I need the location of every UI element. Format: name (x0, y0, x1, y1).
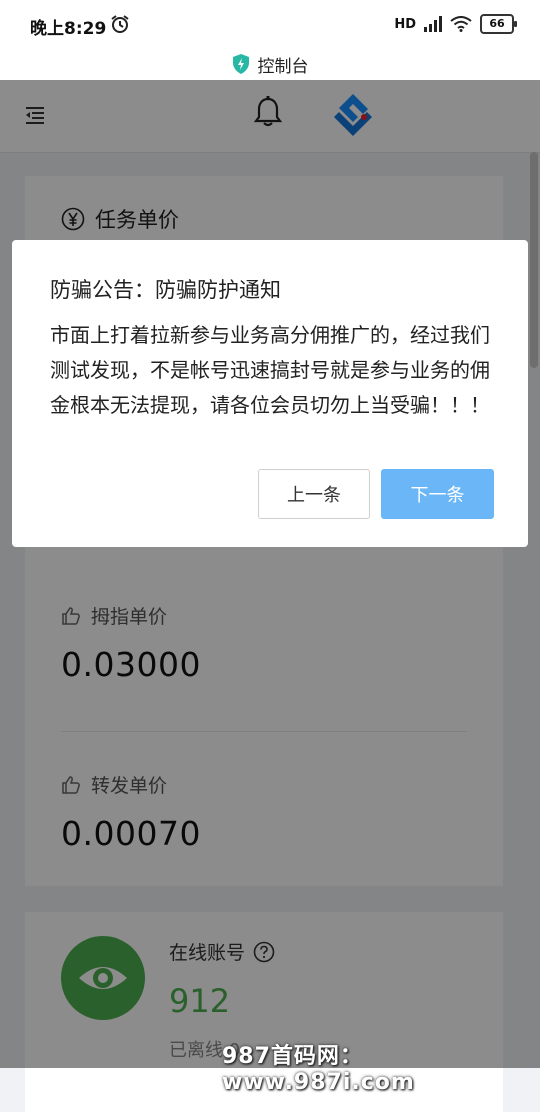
modal-body: 市面上打着拉新参与业务高分佣推广的，经过我们测试发现，不是帐号迅速搞封号就是参与… (50, 323, 490, 417)
modal-overlay[interactable] (0, 80, 540, 1068)
title-bar: 控制台 (0, 48, 540, 80)
alarm-icon (111, 15, 129, 33)
status-time: 晚上8:29 (30, 19, 107, 39)
page-title: 控制台 (257, 56, 309, 77)
signal-indicator: HD (394, 16, 416, 32)
shield-icon (232, 54, 249, 74)
cellular-signal-icon (424, 16, 442, 32)
status-bar: 晚上8:29 HD 66 (0, 0, 540, 48)
announcement-modal: 防骗公告：防骗防护通知 市面上打着拉新参与业务高分佣推广的，经过我们测试发现，不… (12, 240, 528, 547)
wifi-icon (450, 16, 472, 32)
watermark: 987首码网：www.987i.com (222, 1044, 415, 1095)
previous-button[interactable]: 上一条 (258, 469, 370, 519)
next-button[interactable]: 下一条 (381, 469, 494, 519)
battery-indicator: 66 (480, 14, 517, 34)
modal-title: 防骗公告：防骗防护通知 (50, 278, 281, 302)
